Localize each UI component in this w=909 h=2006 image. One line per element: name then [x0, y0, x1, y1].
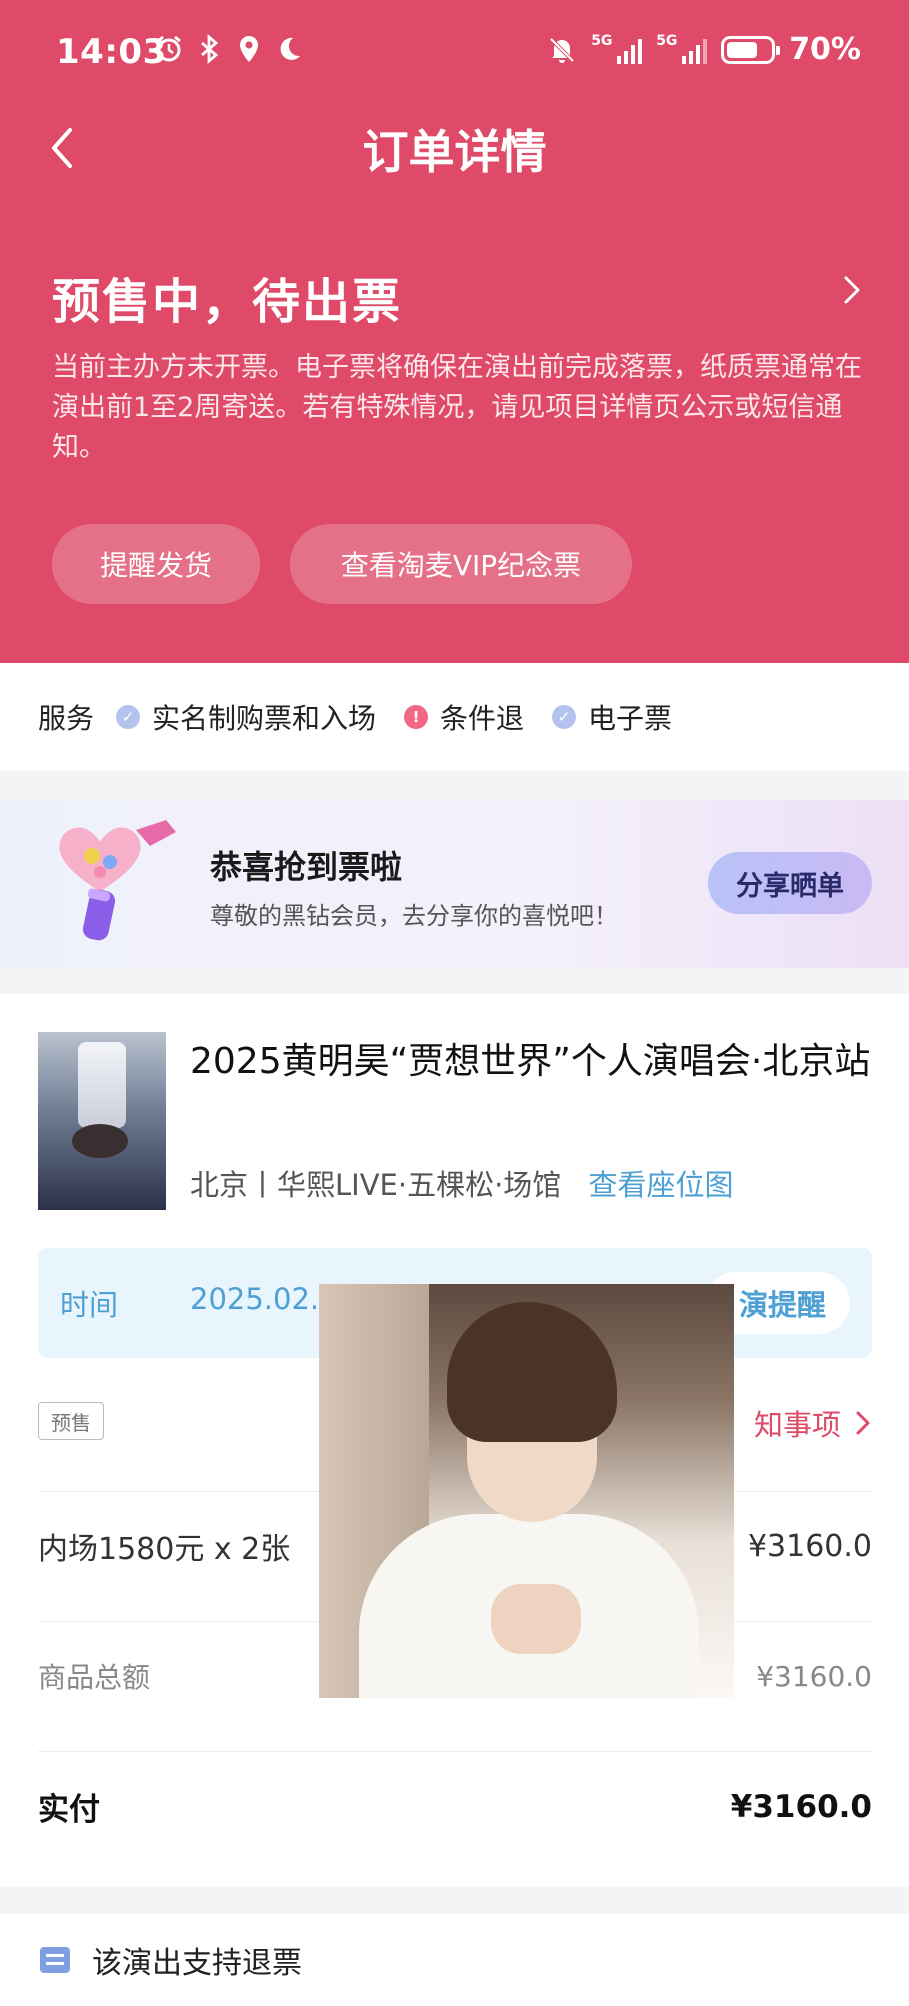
check-icon: ✓ — [552, 705, 577, 729]
share-button[interactable]: 分享晒单 — [708, 852, 872, 914]
paid-value: ¥3160.0 — [730, 1788, 872, 1825]
check-icon: ✓ — [116, 705, 141, 729]
subtotal-label: 商品总额 — [38, 1661, 151, 1694]
page-title: 订单详情 — [362, 125, 547, 179]
subtotal-value: ¥3160.0 — [756, 1659, 872, 1693]
promo-subtitle: 尊敬的黑钻会员，去分享你的喜悦吧！ — [210, 902, 618, 930]
view-vip-ticket-button[interactable]: 查看淘麦VIP纪念票 — [290, 524, 632, 604]
signal-icon: 5G — [591, 34, 643, 64]
moon-icon — [274, 34, 304, 64]
ticket-icon — [40, 1947, 70, 1973]
event-date: 2025.02. — [190, 1282, 320, 1316]
location-icon — [234, 34, 264, 64]
seat-label: 内场1580元 x 2张 — [38, 1532, 291, 1567]
order-status-description: 当前主办方未开票。电子票将确保在演出前完成落票，纸质票通常在演出前1至2周寄送。… — [52, 352, 862, 463]
paid-label: 实付 — [38, 1792, 100, 1828]
battery-icon — [721, 35, 781, 64]
chevron-right-icon — [856, 1411, 870, 1435]
refund-label: 该演出支持退票 — [92, 1946, 302, 1981]
remind-shipping-button[interactable]: 提醒发货 — [52, 524, 260, 604]
service-e-ticket: ✓ 电子票 — [552, 697, 672, 737]
service-label: 电子票 — [588, 702, 673, 735]
order-status-title[interactable]: 预售中，待出票 — [52, 262, 402, 332]
promo-title: 恭喜抢到票啦 — [210, 848, 403, 886]
alarm-icon — [154, 34, 184, 64]
event-venue: 北京丨华熙LIVE·五棵松·场馆 — [190, 1168, 562, 1202]
status-detail-arrow[interactable] — [837, 270, 867, 310]
divider — [38, 1751, 872, 1752]
time-label: 时间 — [60, 1288, 119, 1322]
notice-label: 知事项 — [753, 1408, 841, 1442]
event-poster[interactable] — [38, 1032, 166, 1210]
services-row[interactable]: 服务 ✓ 实名制购票和入场 ! 条件退 ✓ 电子票 — [0, 663, 909, 771]
share-promo-banner: 恭喜抢到票啦 尊敬的黑钻会员，去分享你的喜悦吧！ 分享晒单 — [0, 800, 909, 968]
event-title[interactable]: 2025黄明昊“贾想世界”个人演唱会·北京站 — [190, 1036, 880, 1088]
status-icons-left — [154, 34, 304, 64]
chevron-right-icon — [844, 276, 860, 304]
mute-icon — [547, 35, 577, 65]
service-real-name: ✓ 实名制购票和入场 — [116, 697, 376, 737]
order-status-header: 14:03 5G 5G 70% 订单详情 预售中，待出票 当前主办方未开票。电子… — [0, 0, 909, 663]
status-bar: 14:03 5G 5G 70% — [0, 0, 909, 108]
refund-support-row[interactable]: 该演出支持退票 — [0, 1914, 909, 2006]
bluetooth-icon — [194, 34, 224, 64]
floating-video-window[interactable] — [319, 1284, 734, 1698]
service-label: 条件退 — [440, 702, 525, 735]
alert-icon: ! — [404, 705, 429, 729]
event-venue-line: 北京丨华熙LIVE·五棵松·场馆 查看座位图 — [190, 1162, 734, 1204]
seat-price: ¥3160.0 — [747, 1528, 872, 1564]
service-conditional-refund: ! 条件退 — [404, 697, 524, 737]
seat-map-link[interactable]: 查看座位图 — [589, 1168, 734, 1202]
status-time: 14:03 — [56, 32, 167, 72]
battery-percent: 70% — [789, 32, 861, 67]
heart-lightstick-illustration — [48, 812, 188, 948]
purchase-notice-link[interactable]: 知事项 — [754, 1402, 871, 1444]
service-label: 实名制购票和入场 — [152, 702, 377, 735]
price-row-paid: 实付 ¥3160.0 — [38, 1784, 872, 1829]
presale-tag: 预售 — [38, 1402, 104, 1440]
status-icons-right: 5G 5G 70% — [547, 32, 861, 67]
signal-icon-2: 5G — [656, 34, 708, 64]
services-label: 服务 — [38, 702, 95, 735]
